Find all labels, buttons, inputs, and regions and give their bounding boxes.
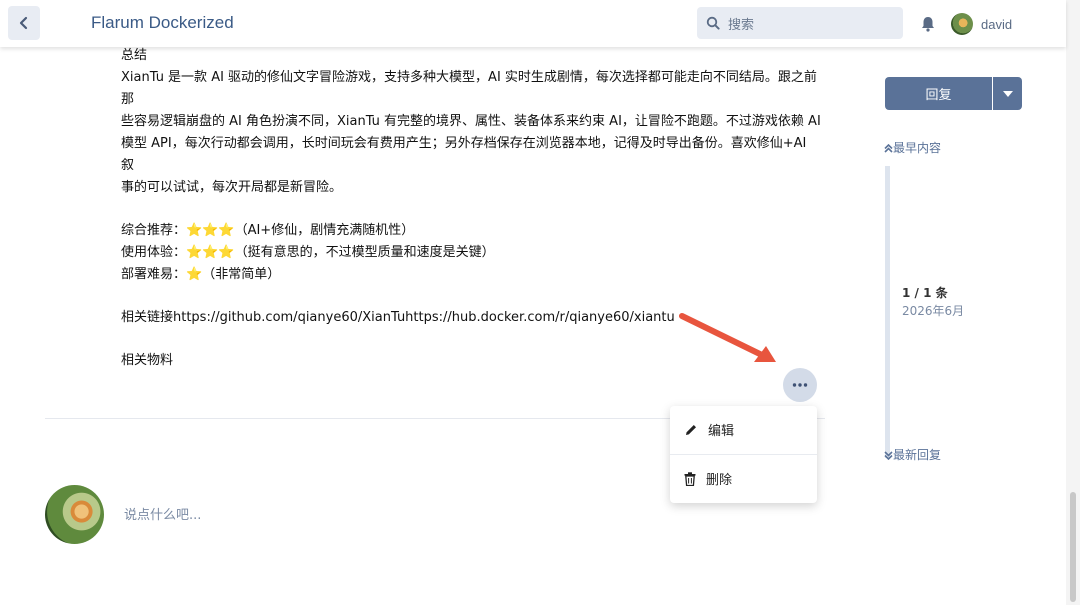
scrollbar-thumb[interactable]	[1070, 492, 1076, 602]
jump-to-earliest-link[interactable]: 最早内容	[884, 139, 941, 156]
username[interactable]: david	[981, 17, 1012, 32]
rating-line: 使用体验：⭐⭐⭐（挺有意思的，不过模型质量和速度是关键）	[121, 242, 821, 264]
post-line: 总结	[121, 48, 148, 63]
post-actions-dropdown: 编辑 删除	[670, 406, 817, 503]
user-avatar[interactable]	[951, 13, 973, 35]
rating-note: （AI+修仙，剧情充满随机性）	[234, 223, 415, 238]
page-scrollbar[interactable]	[1066, 0, 1080, 605]
jump-to-latest-link[interactable]: 最新回复	[884, 446, 941, 463]
scrubber-date: 2026年6月	[902, 304, 965, 318]
post-line: 模型 API，每次行动都会调用，长时间玩会有费用产生；另外存档保存在浏览器本地，…	[121, 136, 807, 173]
reply-composer-placeholder[interactable]: 说点什么吧...	[124, 504, 201, 523]
search-placeholder: 搜索	[728, 17, 755, 33]
rating-label: 使用体验：	[121, 245, 187, 260]
post-line: XianTu 是一款 AI 驱动的修仙文字冒险游戏，支持多种大模型，AI 实时生…	[121, 70, 817, 107]
rating-note: （挺有意思的，不过模型质量和速度是关键）	[234, 245, 495, 260]
chevron-left-icon	[19, 16, 28, 30]
rating-line: 综合推荐：⭐⭐⭐（AI+修仙，剧情充满随机性）	[121, 220, 821, 242]
edit-label: 编辑	[708, 424, 735, 439]
top-header: Flarum Dockerized 搜索 david	[0, 0, 1066, 47]
earliest-label: 最早内容	[893, 141, 942, 155]
double-chevron-up-icon	[884, 143, 893, 153]
scrubber-handle[interactable]	[885, 166, 890, 458]
pencil-icon	[686, 424, 696, 435]
reply-button[interactable]: 回复	[885, 77, 992, 110]
double-chevron-down-icon	[884, 451, 893, 461]
post-more-options-button[interactable]	[783, 368, 817, 402]
composer-avatar	[45, 485, 104, 544]
delete-menu-item[interactable]: 删除	[670, 455, 817, 502]
post-line: 些容易逻辑崩盘的 AI 角色扮演不同，XianTu 有完整的境界、属性、装备体系…	[121, 114, 821, 129]
search-icon	[706, 16, 720, 30]
back-button[interactable]	[8, 6, 40, 40]
delete-label: 删除	[706, 473, 733, 488]
star-icon: ⭐⭐⭐	[186, 223, 235, 238]
reply-dropdown-toggle[interactable]	[993, 77, 1022, 110]
star-icon: ⭐⭐⭐	[186, 245, 235, 260]
edit-menu-item[interactable]: 编辑	[670, 406, 817, 453]
post-line: 事的可以试试，每次开局都是新冒险。	[121, 180, 343, 195]
ellipsis-icon	[792, 383, 808, 387]
rating-line: 部署难易：⭐（非常简单）	[121, 264, 821, 286]
rating-label: 部署难易：	[121, 267, 187, 282]
latest-label: 最新回复	[893, 448, 942, 462]
bell-icon[interactable]	[919, 15, 937, 33]
trash-icon	[684, 471, 696, 486]
rating-label: 综合推荐：	[121, 223, 187, 238]
rating-note: （非常简单）	[202, 267, 281, 282]
scrubber-count: 1 / 1 条	[902, 286, 948, 300]
caret-down-icon	[1002, 90, 1013, 97]
star-icon: ⭐	[186, 267, 203, 282]
search-input[interactable]: 搜索	[697, 7, 903, 39]
annotation-arrow-icon	[679, 313, 776, 362]
site-title[interactable]: Flarum Dockerized	[91, 13, 234, 33]
